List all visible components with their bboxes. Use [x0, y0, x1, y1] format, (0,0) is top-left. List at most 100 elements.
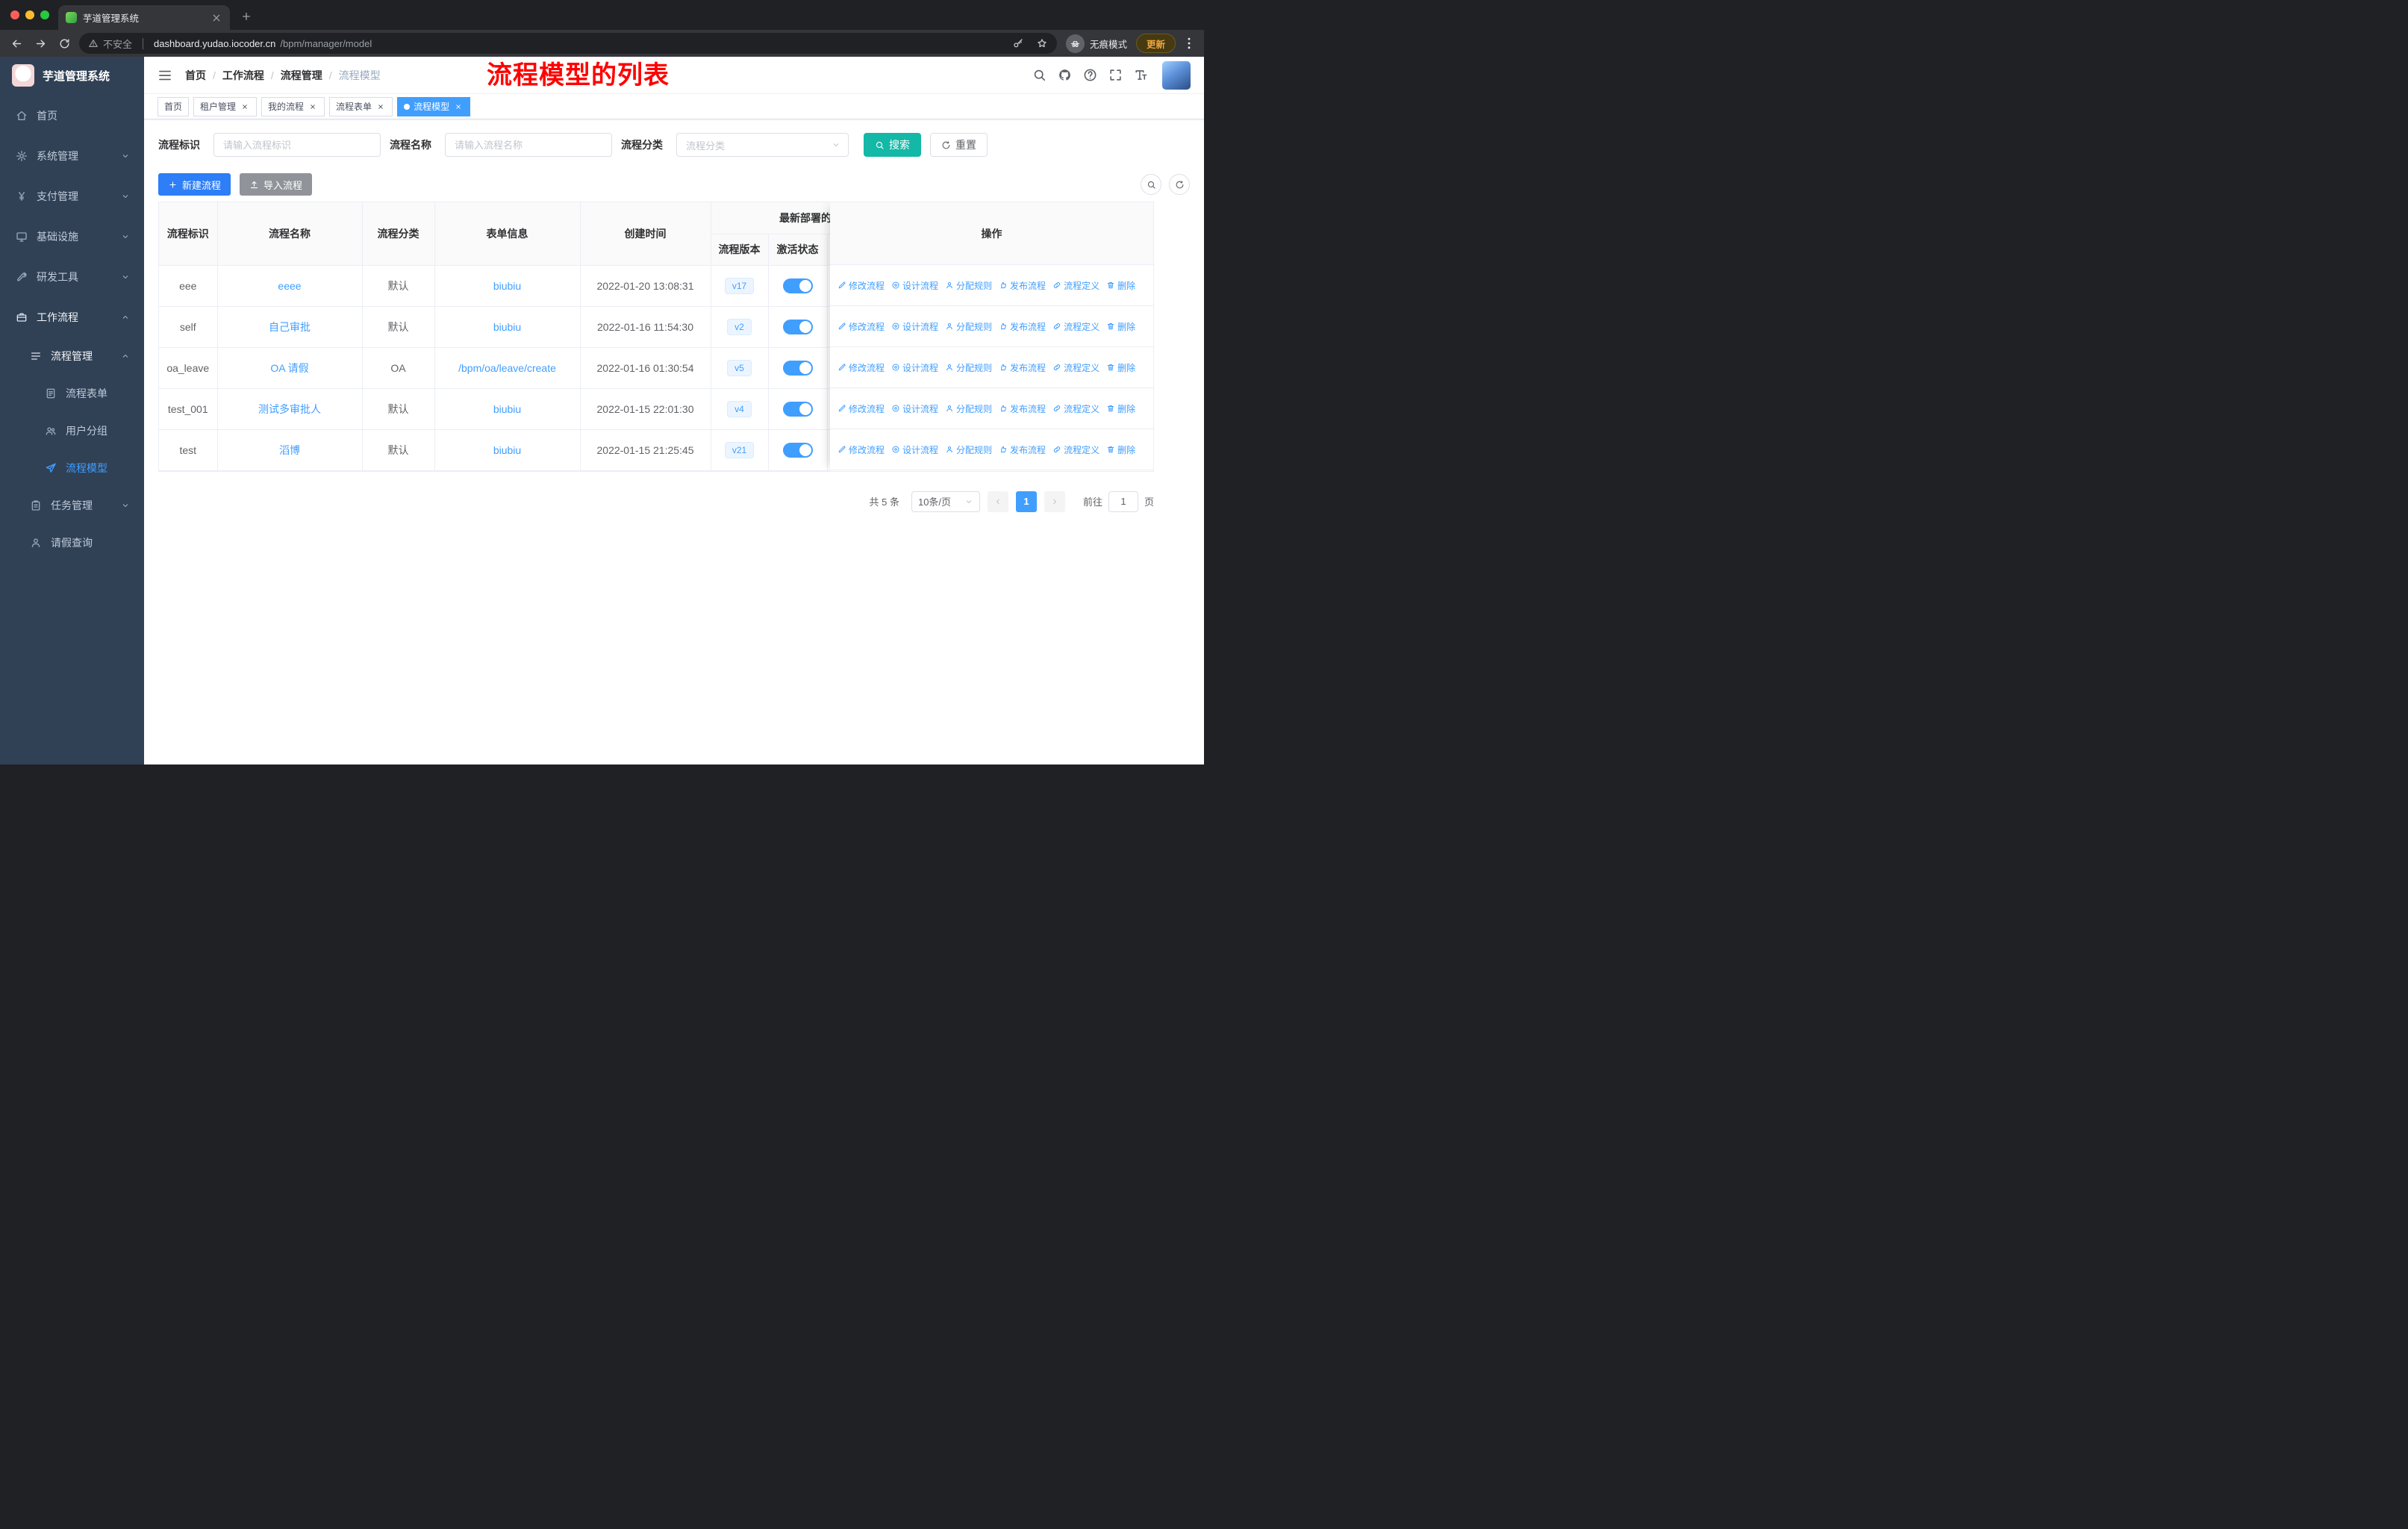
form-info-link[interactable]: biubiu: [493, 321, 521, 333]
tag-view[interactable]: 流程模型: [397, 96, 471, 116]
sidebar-item[interactable]: 请假查询: [0, 524, 144, 561]
action-link[interactable]: 删除: [1106, 402, 1135, 415]
action-link[interactable]: 设计流程: [891, 361, 938, 374]
close-icon[interactable]: [453, 102, 464, 112]
form-info-link[interactable]: biubiu: [493, 444, 521, 456]
action-link[interactable]: 流程定义: [1052, 443, 1099, 456]
close-icon[interactable]: [375, 102, 386, 112]
form-info-link[interactable]: biubiu: [493, 280, 521, 292]
sidebar-item[interactable]: 流程表单: [0, 375, 144, 412]
breadcrumb-item[interactable]: 首页: [185, 68, 206, 83]
action-link[interactable]: 发布流程: [999, 402, 1046, 415]
tab-close-icon[interactable]: [210, 12, 222, 24]
minimize-window-button[interactable]: [25, 10, 34, 19]
maximize-window-button[interactable]: [40, 10, 49, 19]
star-icon[interactable]: [1036, 37, 1048, 49]
sidebar-item[interactable]: 工作流程: [0, 297, 144, 337]
tag-view[interactable]: 我的流程: [261, 96, 325, 116]
question-icon[interactable]: [1083, 68, 1097, 82]
new-tab-button[interactable]: [236, 6, 257, 27]
sidebar-item[interactable]: 基础设施: [0, 217, 144, 257]
action-link[interactable]: 设计流程: [891, 443, 938, 456]
action-link[interactable]: 设计流程: [891, 279, 938, 292]
action-link[interactable]: 修改流程: [838, 443, 885, 456]
sidebar-item[interactable]: 任务管理: [0, 487, 144, 524]
user-avatar[interactable]: [1162, 60, 1191, 90]
tag-view[interactable]: 租户管理: [193, 96, 258, 116]
action-link[interactable]: 分配规则: [945, 279, 992, 292]
browser-menu-icon[interactable]: [1182, 36, 1197, 51]
form-info-link[interactable]: /bpm/oa/leave/create: [458, 362, 556, 374]
action-link[interactable]: 删除: [1106, 361, 1135, 374]
close-icon[interactable]: [308, 102, 318, 112]
page-number-current[interactable]: 1: [1015, 491, 1037, 512]
form-info-link[interactable]: biubiu: [493, 403, 521, 415]
import-process-button[interactable]: 导入流程: [240, 173, 313, 196]
active-toggle[interactable]: [782, 401, 813, 417]
action-link[interactable]: 发布流程: [999, 279, 1046, 292]
sidebar-item[interactable]: 流程管理: [0, 337, 144, 375]
sidebar-collapse-icon[interactable]: [157, 68, 172, 83]
action-link[interactable]: 流程定义: [1052, 279, 1099, 292]
browser-tab[interactable]: 芋道管理系统: [58, 5, 230, 30]
action-link[interactable]: 分配规则: [945, 361, 992, 374]
active-toggle[interactable]: [782, 442, 813, 458]
sidebar-logo[interactable]: 芋道管理系统: [0, 57, 144, 94]
process-name-link[interactable]: eeee: [278, 280, 301, 292]
sidebar-item[interactable]: 用户分组: [0, 412, 144, 449]
toolbar-icon-button[interactable]: [1141, 174, 1161, 195]
action-link[interactable]: 设计流程: [891, 402, 938, 415]
page-size-select[interactable]: 10条/页: [911, 491, 980, 512]
action-link[interactable]: 发布流程: [999, 443, 1046, 456]
browser-nav-button[interactable]: [31, 34, 49, 52]
category-select[interactable]: 流程分类: [676, 133, 849, 157]
close-window-button[interactable]: [10, 10, 19, 19]
toolbar-icon-button[interactable]: [1169, 174, 1190, 195]
active-toggle[interactable]: [782, 360, 813, 376]
reset-button[interactable]: 重置: [930, 133, 988, 157]
breadcrumb-item[interactable]: 工作流程: [222, 68, 264, 83]
action-link[interactable]: 删除: [1106, 320, 1135, 333]
breadcrumb-item[interactable]: 流程管理: [281, 68, 322, 83]
search-button[interactable]: 搜索: [864, 133, 921, 157]
action-link[interactable]: 流程定义: [1052, 320, 1099, 333]
action-link[interactable]: 修改流程: [838, 320, 885, 333]
close-icon[interactable]: [240, 102, 250, 112]
action-link[interactable]: 分配规则: [945, 443, 992, 456]
process-name-link[interactable]: 滔博: [279, 444, 300, 456]
search-icon[interactable]: [1032, 68, 1047, 82]
browser-nav-button[interactable]: [7, 34, 25, 52]
active-toggle[interactable]: [782, 319, 813, 334]
action-link[interactable]: 分配规则: [945, 402, 992, 415]
process-name-link[interactable]: 测试多审批人: [258, 403, 321, 415]
active-toggle[interactable]: [782, 278, 813, 293]
fullscreen-icon[interactable]: [1108, 68, 1123, 82]
create-process-button[interactable]: 新建流程: [158, 173, 231, 196]
github-icon[interactable]: [1058, 68, 1072, 82]
tag-view[interactable]: 流程表单: [329, 96, 393, 116]
sidebar-item[interactable]: 系统管理: [0, 136, 144, 176]
process-key-input[interactable]: [213, 133, 381, 157]
next-page-button[interactable]: [1044, 491, 1065, 512]
action-link[interactable]: 发布流程: [999, 320, 1046, 333]
action-link[interactable]: 修改流程: [838, 361, 885, 374]
tag-view[interactable]: 首页: [157, 96, 190, 116]
sidebar-item[interactable]: 首页: [0, 96, 144, 136]
goto-page-input[interactable]: [1108, 491, 1138, 512]
action-link[interactable]: 修改流程: [838, 279, 885, 292]
sidebar-item[interactable]: 研发工具: [0, 257, 144, 297]
action-link[interactable]: 发布流程: [999, 361, 1046, 374]
key-icon[interactable]: [1012, 37, 1024, 49]
action-link[interactable]: 流程定义: [1052, 402, 1099, 415]
browser-nav-button[interactable]: [55, 34, 73, 52]
action-link[interactable]: 分配规则: [945, 320, 992, 333]
browser-update-button[interactable]: 更新: [1135, 34, 1176, 53]
prev-page-button[interactable]: [987, 491, 1008, 512]
action-link[interactable]: 删除: [1106, 279, 1135, 292]
sidebar-item[interactable]: 支付管理: [0, 176, 144, 217]
action-link[interactable]: 删除: [1106, 443, 1135, 456]
action-link[interactable]: 流程定义: [1052, 361, 1099, 374]
address-bar[interactable]: 不安全 dashboard.yudao.iocoder.cn /bpm/mana…: [79, 33, 1057, 54]
fontsize-icon[interactable]: [1134, 68, 1148, 82]
action-link[interactable]: 修改流程: [838, 402, 885, 415]
